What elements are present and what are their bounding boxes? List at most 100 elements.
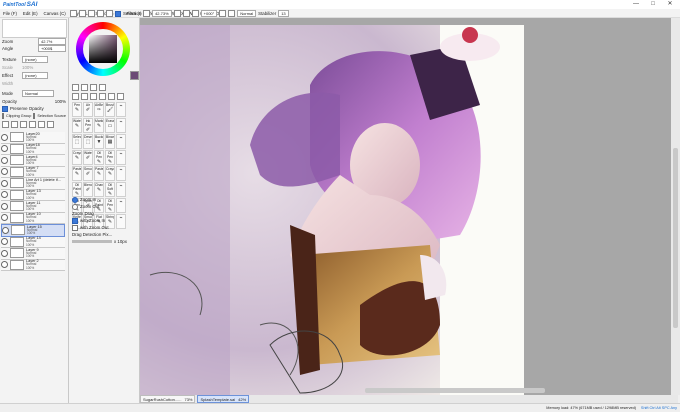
rotate-left-icon[interactable] [191, 10, 199, 17]
stabilizer-select[interactable]: 13 [278, 10, 289, 17]
layer-row[interactable]: Layer4 Normal 100% [1, 155, 65, 167]
color-wheel-mode-icon[interactable] [72, 84, 79, 91]
minimize-button[interactable]: — [629, 1, 643, 8]
zoom-field[interactable]: 42.73% [152, 10, 172, 17]
visibility-eye-icon[interactable] [2, 226, 9, 234]
show-selection-icon[interactable] [106, 10, 113, 17]
layer-row[interactable]: Layer 9 Normal 100% [1, 248, 65, 260]
layer-row[interactable]: Layer 13 Normal 100% [1, 189, 65, 201]
layer-row[interactable]: Line Art 1 (delete if... Normal 100% [1, 178, 65, 190]
tool-button[interactable]: Bucket▼ [94, 134, 104, 149]
layer-row[interactable]: Layer 14 Normal 100% [1, 236, 65, 248]
maximize-button[interactable]: □ [646, 1, 660, 8]
tool-button[interactable]: Select ⬚ [72, 134, 82, 149]
rgb-slider-icon[interactable] [81, 84, 88, 91]
rotate-icon[interactable] [90, 93, 97, 100]
zoom-in-icon[interactable] [173, 10, 181, 17]
tool-button[interactable]: Oil Paint ✎ [72, 182, 82, 197]
visibility-eye-icon[interactable] [1, 156, 8, 164]
current-color-swatch[interactable] [130, 71, 139, 80]
clipping-row[interactable]: Clipping Group Selection Source [2, 112, 66, 119]
deselect-icon[interactable] [88, 10, 95, 17]
visibility-eye-icon[interactable] [1, 168, 8, 176]
tool-button[interactable]: Ink Pen ✐ [83, 118, 93, 133]
menu-file[interactable]: File (F) [0, 11, 20, 16]
angle-value[interactable]: +000$ [38, 45, 66, 52]
layer-row[interactable]: Layer 15 Normal 100% [1, 224, 65, 237]
rotate-right-icon[interactable] [219, 10, 227, 17]
visibility-eye-icon[interactable] [1, 191, 8, 199]
tool-button[interactable]: ⌁ [116, 102, 126, 117]
layer-row[interactable]: Layer 10 Normal 100% [1, 212, 65, 224]
drag-detection-slider[interactable] [72, 240, 112, 243]
trash-icon[interactable] [47, 121, 54, 128]
zoom-in-radio[interactable] [72, 196, 78, 203]
tab-document-2[interactable]: SplashTemplate.sai 42% [197, 395, 250, 403]
artwork-canvas[interactable] [140, 25, 524, 395]
blend-mode-select[interactable]: Normal [237, 10, 257, 17]
vertical-scrollbar-thumb[interactable] [673, 148, 678, 328]
tab-document-1[interactable]: SugarRushCotton...... 73% [140, 395, 196, 403]
flip-icon[interactable] [228, 10, 236, 17]
tool-button[interactable]: Marker✎ [94, 118, 104, 133]
tool-button[interactable]: Pen ✎ [72, 102, 82, 117]
tool-button[interactable]: AirBrush✑ [94, 102, 104, 117]
layer-row[interactable]: Layer 7 Normal 100% [1, 166, 65, 178]
visibility-eye-icon[interactable] [1, 133, 8, 141]
tool-button[interactable]: Pastel ✎ [72, 166, 82, 181]
tool-button[interactable]: Air ✐ [83, 102, 93, 117]
selection-source-checkbox[interactable] [33, 112, 36, 119]
tool-button[interactable]: ⌁ [116, 150, 126, 165]
tool-button[interactable]: ⌁ [116, 118, 126, 133]
tool-button[interactable]: ⌁ [116, 182, 126, 197]
effect-select[interactable]: (none) [22, 72, 48, 79]
tool-button[interactable]: Binary ▦ [105, 134, 115, 149]
color-wheel-area[interactable] [72, 20, 139, 82]
tool-button[interactable]: ⌁ [116, 134, 126, 149]
new-folder-icon[interactable] [11, 121, 18, 128]
zoom-out-icon[interactable] [143, 10, 151, 17]
tool-button[interactable]: Smudge✐ [83, 166, 93, 181]
redo-icon[interactable] [79, 10, 86, 17]
with-zoom-in-checkbox[interactable] [72, 217, 78, 224]
tool-button[interactable]: Oil Pen✎ [105, 150, 115, 165]
hsv-slider-icon[interactable] [90, 84, 97, 91]
visibility-eye-icon[interactable] [1, 261, 8, 269]
texture-select[interactable]: (none) [22, 56, 48, 63]
menu-edit[interactable]: Edit (E) [20, 11, 41, 16]
tool-button[interactable]: Oil Pen✎ [94, 150, 104, 165]
tool-button[interactable]: ⌁ [116, 166, 126, 181]
tool-button[interactable]: Eraser ▭ [105, 118, 115, 133]
selection-pen-icon[interactable] [117, 93, 124, 100]
horizontal-scrollbar[interactable] [365, 388, 545, 393]
angle-field[interactable]: +000° [200, 10, 218, 17]
tool-button[interactable]: Water ✎ [72, 118, 82, 133]
zoom-icon[interactable] [81, 93, 88, 100]
tool-button[interactable]: Charcoal✎ [94, 182, 104, 197]
visibility-eye-icon[interactable] [1, 179, 8, 187]
tool-button[interactable]: Brush 🖌 [105, 102, 115, 117]
tool-button[interactable]: Water ✐ [83, 150, 93, 165]
swatches-icon[interactable] [99, 84, 106, 91]
clipping-group-checkbox[interactable] [2, 112, 4, 119]
eyedropper-icon[interactable] [108, 93, 115, 100]
visibility-eye-icon[interactable] [1, 249, 8, 257]
tool-button[interactable]: Pastel ✎ [94, 166, 104, 181]
visibility-eye-icon[interactable] [1, 145, 8, 153]
opacity-value[interactable]: 100% [55, 99, 66, 104]
move-icon[interactable] [72, 93, 79, 100]
merge-down-icon[interactable] [29, 121, 36, 128]
visibility-eye-icon[interactable] [1, 238, 8, 246]
layer-row[interactable]: Layer 11 Normal 100% [1, 201, 65, 213]
hand-icon[interactable] [99, 93, 106, 100]
invert-selection-icon[interactable] [97, 10, 104, 17]
clear-layer-icon[interactable] [38, 121, 45, 128]
layer-row[interactable]: Layer 2 Normal 100% [1, 259, 65, 271]
vertical-scrollbar-track[interactable] [671, 18, 680, 395]
tool-button[interactable]: Oil Soft ✎ [105, 182, 115, 197]
visibility-eye-icon[interactable] [1, 214, 8, 222]
preserve-opacity-checkbox[interactable] [2, 105, 8, 112]
layer-row[interactable]: Layer20 Normal 100% [1, 132, 65, 144]
canvas-viewport[interactable] [140, 18, 671, 395]
zoom-reset-icon[interactable] [182, 10, 190, 17]
